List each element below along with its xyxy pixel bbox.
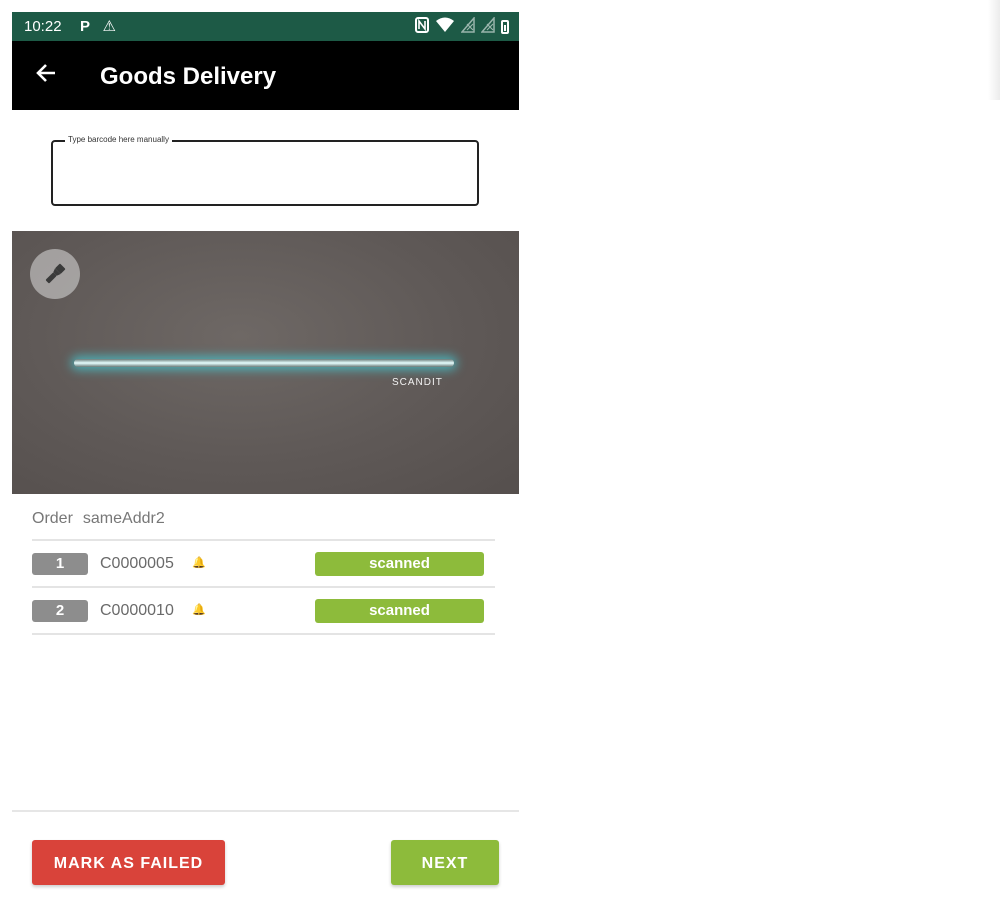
battery-icon xyxy=(501,20,509,34)
app-bar: Goods Delivery xyxy=(12,41,519,110)
bell-icon: 🔔 xyxy=(192,557,206,569)
nfc-icon xyxy=(415,16,429,38)
bottom-divider xyxy=(12,810,519,812)
phone-screen: 10:22 P ⚠ Goods Delivery Type barcode he… xyxy=(12,12,519,900)
item-index-badge: 2 xyxy=(32,600,88,622)
item-code: C0000005 xyxy=(100,555,174,572)
status-badge: scanned xyxy=(315,599,484,623)
page-title: Goods Delivery xyxy=(100,63,277,90)
scandit-logo: SCANDIT xyxy=(392,377,443,388)
signal-off-icon xyxy=(480,15,495,38)
bell-icon: 🔔 xyxy=(192,604,206,616)
warning-icon: ⚠ xyxy=(102,18,116,35)
arrow-left-icon xyxy=(35,60,57,90)
order-header: Order sameAddr2 xyxy=(32,509,165,529)
status-right-icons xyxy=(415,15,509,38)
flashlight-icon xyxy=(45,263,66,284)
barcode-field[interactable]: Type barcode here manually xyxy=(51,135,479,206)
item-index-badge: 1 xyxy=(32,553,88,575)
list-item[interactable]: 2 C0000010 🔔 scanned xyxy=(32,588,495,634)
next-button[interactable]: NEXT xyxy=(391,840,499,885)
barcode-scanner-view[interactable]: SCANDIT xyxy=(12,231,519,494)
status-left-icons: P ⚠ xyxy=(80,17,124,37)
torch-button[interactable] xyxy=(30,249,80,299)
status-bar: 10:22 P ⚠ xyxy=(12,12,519,41)
order-id: sameAddr2 xyxy=(82,510,165,527)
mark-as-failed-button[interactable]: MARK AS FAILED xyxy=(32,840,225,885)
order-label: Order xyxy=(32,510,73,527)
barcode-input[interactable] xyxy=(63,162,467,194)
parking-icon: P xyxy=(80,18,91,35)
signal-off-icon xyxy=(460,15,475,38)
status-badge: scanned xyxy=(315,552,484,576)
list-item[interactable]: 1 C0000005 🔔 scanned xyxy=(32,541,495,587)
divider xyxy=(32,633,495,635)
item-code: C0000010 xyxy=(100,602,174,619)
barcode-field-label: Type barcode here manually xyxy=(65,135,172,145)
wifi-icon xyxy=(435,17,455,38)
window-edge-shadow xyxy=(988,0,1000,100)
back-button[interactable] xyxy=(32,61,60,89)
scan-line xyxy=(74,359,454,367)
status-time: 10:22 xyxy=(24,18,62,35)
